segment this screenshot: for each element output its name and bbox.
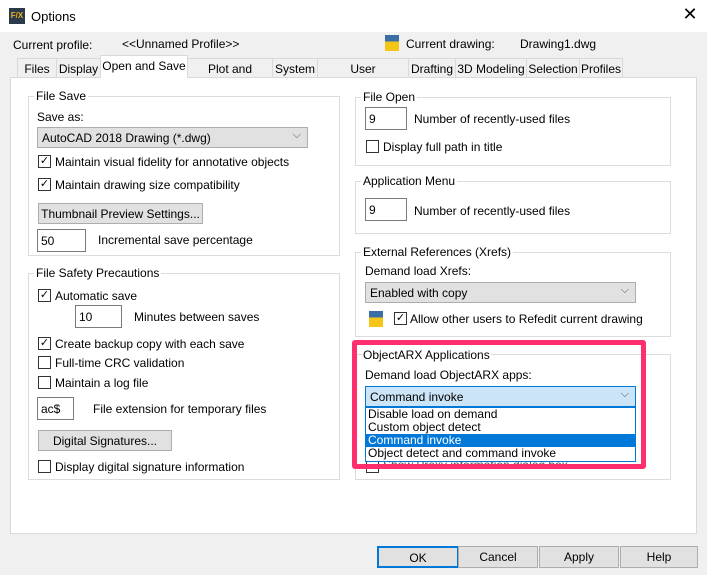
demand-load-objectarx-select[interactable]: Command invoke ⌵ — [365, 386, 636, 407]
drawing-size-label: Maintain drawing size compatibility — [55, 178, 240, 192]
backup-label: Create backup copy with each save — [55, 337, 245, 351]
file-save-title: File Save — [34, 89, 89, 103]
full-path-checkbox[interactable] — [366, 140, 379, 153]
title-bar — [0, 0, 707, 32]
minutes-label: Minutes between saves — [134, 310, 260, 324]
tab-open-and-save[interactable]: Open and Save — [100, 55, 188, 78]
thumbnail-preview-settings-button[interactable]: Thumbnail Preview Settings... — [38, 203, 203, 224]
visual-fidelity-label: Maintain visual fidelity for annotative … — [55, 155, 290, 169]
option-object-detect-and-command-invoke[interactable]: Object detect and command invoke — [366, 447, 635, 460]
demand-load-xrefs-select[interactable]: Enabled with copy ⌵ — [365, 282, 636, 303]
minutes-input[interactable]: 10 — [75, 305, 122, 328]
save-as-value: AutoCAD 2018 Drawing (*.dwg) — [42, 131, 211, 145]
automatic-save-checkbox[interactable]: ✓ — [38, 289, 51, 302]
file-open-recent-label: Number of recently-used files — [414, 112, 571, 126]
automatic-save-label: Automatic save — [55, 289, 138, 303]
drawing-size-checkbox[interactable]: ✓ — [38, 178, 51, 191]
save-as-label: Save as: — [37, 110, 84, 124]
drawing-icon — [369, 311, 383, 327]
refedit-label: Allow other users to Refedit current dra… — [410, 312, 643, 326]
log-file-checkbox[interactable] — [38, 376, 51, 389]
chevron-down-icon: ⌵ — [620, 284, 629, 296]
app-menu-recent-input[interactable]: 9 — [365, 198, 407, 221]
app-menu-title: Application Menu — [361, 174, 458, 188]
tab-profiles[interactable]: Profiles — [579, 58, 623, 78]
crc-checkbox[interactable] — [38, 356, 51, 369]
tab-display[interactable]: Display — [56, 58, 101, 78]
help-button[interactable]: Help — [620, 546, 698, 568]
app-menu-recent-label: Number of recently-used files — [414, 204, 571, 218]
file-safety-title: File Safety Precautions — [34, 266, 162, 280]
backup-checkbox[interactable]: ✓ — [38, 337, 51, 350]
tab-selection[interactable]: Selection — [526, 58, 580, 78]
tab-plot-and-publish[interactable]: Plot and Publish — [187, 58, 273, 90]
digital-signatures-button[interactable]: Digital Signatures... — [38, 430, 172, 451]
objectarx-title: ObjectARX Applications — [362, 348, 491, 362]
objectarx-dropdown-list: Disable load on demand Custom object det… — [365, 407, 636, 462]
save-as-select[interactable]: AutoCAD 2018 Drawing (*.dwg) ⌵ — [37, 127, 308, 148]
incremental-save-label: Incremental save percentage — [98, 233, 253, 247]
xrefs-title: External References (Xrefs) — [361, 245, 514, 259]
log-file-label: Maintain a log file — [55, 376, 149, 390]
file-open-title: File Open — [361, 90, 418, 104]
tab-3d-modeling[interactable]: 3D Modeling — [455, 58, 527, 78]
demand-load-objectarx-label: Demand load ObjectARX apps: — [365, 368, 532, 382]
crc-label: Full-time CRC validation — [55, 356, 185, 370]
tab-files[interactable]: Files — [17, 58, 57, 78]
file-open-recent-input[interactable]: 9 — [365, 107, 407, 130]
digsig-info-label: Display digital signature information — [55, 460, 245, 474]
drawing-icon — [385, 35, 399, 51]
visual-fidelity-checkbox[interactable]: ✓ — [38, 155, 51, 168]
temp-extension-input[interactable]: ac$ — [37, 397, 74, 420]
full-path-label: Display full path in title — [383, 140, 503, 154]
incremental-save-input[interactable]: 50 — [37, 229, 86, 252]
refedit-checkbox[interactable]: ✓ — [394, 312, 407, 325]
cancel-button[interactable]: Cancel — [458, 546, 538, 568]
tab-drafting[interactable]: Drafting — [408, 58, 456, 78]
ok-button[interactable]: OK — [377, 546, 459, 568]
apply-button[interactable]: Apply — [539, 546, 619, 568]
window-title: Options — [31, 9, 76, 24]
app-logo-icon: F/X — [9, 8, 25, 24]
chevron-down-icon: ⌵ — [620, 388, 629, 400]
tab-system[interactable]: System — [272, 58, 318, 78]
tab-user-preferences[interactable]: User Preferences — [317, 58, 409, 90]
demand-load-xrefs-label: Demand load Xrefs: — [365, 264, 472, 278]
current-profile-value: <<Unnamed Profile>> — [122, 37, 240, 51]
chevron-down-icon: ⌵ — [292, 129, 301, 141]
current-drawing-value: Drawing1.dwg — [520, 37, 597, 51]
temp-extension-label: File extension for temporary files — [93, 402, 267, 416]
close-button[interactable]: ✕ — [680, 4, 700, 25]
digsig-info-checkbox[interactable] — [38, 460, 51, 473]
current-drawing-label: Current drawing: — [406, 37, 495, 51]
demand-load-xrefs-value: Enabled with copy — [370, 286, 468, 300]
current-profile-label: Current profile: — [13, 38, 93, 52]
demand-load-objectarx-value: Command invoke — [370, 390, 464, 404]
